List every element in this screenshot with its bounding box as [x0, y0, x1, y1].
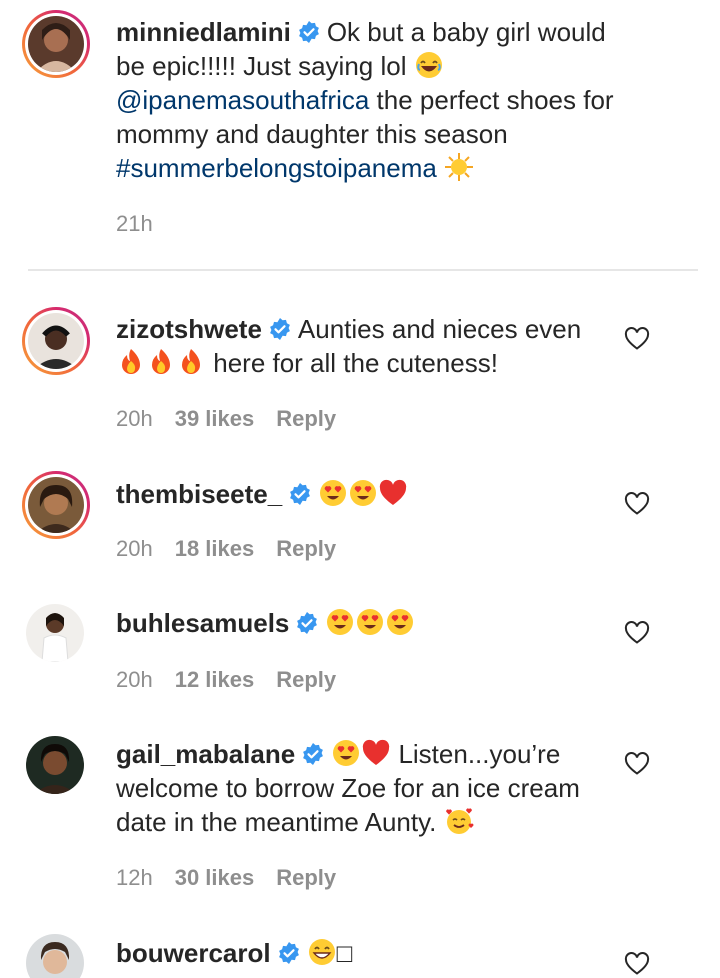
like-heart-icon[interactable]	[624, 752, 650, 776]
caption-avatar[interactable]	[22, 10, 90, 78]
like-heart-icon[interactable]	[624, 492, 650, 516]
like-heart-icon[interactable]	[624, 952, 650, 976]
verified-badge-icon	[277, 941, 301, 965]
divider	[28, 269, 698, 271]
heart-eyes-emoji-icon	[325, 607, 355, 637]
comment-meta: 20h 39 likes Reply	[116, 405, 336, 433]
comment-meta: 20h 12 likes Reply	[116, 666, 336, 694]
smiling-face-with-hearts-emoji-icon	[444, 806, 474, 836]
verified-badge-icon	[297, 20, 321, 44]
caption-hashtag-link[interactable]: #summerbelongstoipanema	[116, 153, 437, 183]
reply-button[interactable]: Reply	[276, 535, 336, 563]
verified-badge-icon	[301, 742, 325, 766]
heart-eyes-emoji-icon	[348, 478, 378, 508]
comment-avatar-thembiseete[interactable]	[22, 471, 90, 539]
comment-text: zizotshwete Aunties and nieces even here …	[116, 312, 616, 380]
avatar-image	[28, 477, 84, 533]
comment-likes[interactable]: 39 likes	[175, 405, 255, 433]
caption-text: minniedlamini Ok but a baby girl would be…	[116, 15, 616, 185]
comment-avatar-gail-mabalane[interactable]	[26, 736, 84, 794]
comment-username[interactable]: thembiseete_	[116, 479, 282, 509]
avatar-image	[28, 313, 84, 369]
fire-emoji-icon	[116, 347, 146, 377]
comment-username[interactable]: buhlesamuels	[116, 608, 289, 638]
comment-username[interactable]: zizotshwete	[116, 314, 262, 344]
comment-text: thembiseete_	[116, 477, 616, 511]
comment-avatar-zizotshwete[interactable]	[22, 307, 90, 375]
comment-avatar-buhlesamuels[interactable]	[26, 604, 84, 662]
avatar-image	[26, 934, 84, 978]
grinning-emoji-icon	[307, 937, 337, 967]
laughing-emoji-icon	[414, 50, 444, 80]
comment-meta: 20h 18 likes Reply	[116, 535, 336, 563]
red-heart-emoji-icon	[361, 738, 391, 768]
comment-time: 20h	[116, 536, 153, 561]
comment-text: gail_mabalane Listen...you’re welcome to…	[116, 737, 616, 839]
sun-emoji-icon	[444, 152, 474, 182]
comment-meta: 12h 30 likes Reply	[116, 864, 336, 892]
avatar-image	[26, 604, 84, 662]
avatar-image	[26, 736, 84, 794]
comment-time: 20h	[116, 406, 153, 431]
comment-text-part-2: here for all the cuteness!	[213, 348, 498, 378]
comment-time: 12h	[116, 865, 153, 890]
caption-mention-link[interactable]: @ipanemasouthafrica	[116, 85, 369, 115]
heart-eyes-emoji-icon	[318, 478, 348, 508]
comment-text-part-1: Aunties and nieces even	[297, 314, 582, 344]
comment-username[interactable]: bouwercarol	[116, 938, 271, 968]
comment-likes[interactable]: 18 likes	[175, 535, 255, 563]
comment-avatar-bouwercarol[interactable]	[26, 934, 84, 978]
reply-button[interactable]: Reply	[276, 864, 336, 892]
caption-username[interactable]: minniedlamini	[116, 17, 291, 47]
verified-badge-icon	[268, 317, 292, 341]
caption-time: 21h	[116, 211, 153, 236]
reply-button[interactable]: Reply	[276, 405, 336, 433]
like-heart-icon[interactable]	[624, 621, 650, 645]
avatar-image	[28, 16, 84, 72]
reply-button[interactable]: Reply	[276, 666, 336, 694]
comment-likes[interactable]: 30 likes	[175, 864, 255, 892]
heart-eyes-emoji-icon	[355, 607, 385, 637]
comment-text: bouwercarol □	[116, 936, 616, 970]
caption-meta: 21h	[116, 210, 153, 238]
verified-badge-icon	[295, 611, 319, 635]
fire-emoji-icon	[176, 347, 206, 377]
comment-username[interactable]: gail_mabalane	[116, 739, 295, 769]
missing-glyph: □	[336, 938, 353, 968]
post-caption: minniedlamini Ok but a baby girl would be…	[0, 0, 720, 270]
comment-likes[interactable]: 12 likes	[175, 666, 255, 694]
verified-badge-icon	[288, 482, 312, 506]
heart-eyes-emoji-icon	[331, 738, 361, 768]
heart-eyes-emoji-icon	[385, 607, 415, 637]
comment-text: buhlesamuels	[116, 606, 616, 640]
fire-emoji-icon	[146, 347, 176, 377]
red-heart-emoji-icon	[378, 478, 408, 508]
comment-time: 20h	[116, 667, 153, 692]
like-heart-icon[interactable]	[624, 327, 650, 351]
